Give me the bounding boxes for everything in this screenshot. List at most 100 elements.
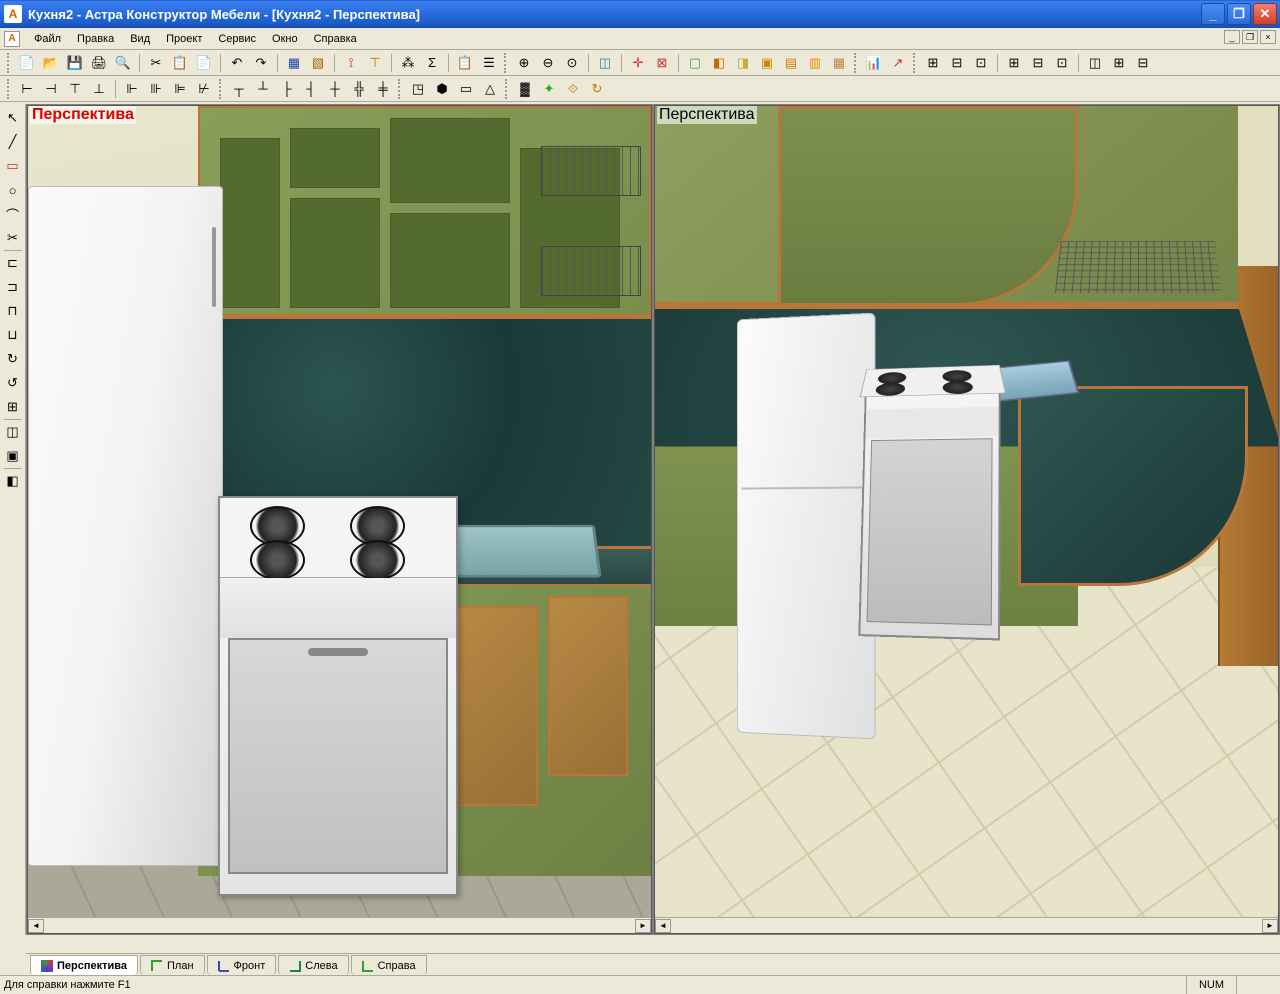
select-box-button[interactable]: ◫: [594, 52, 616, 74]
mdi-app-icon[interactable]: A: [4, 31, 20, 47]
align-1-button[interactable]: ⊢: [16, 78, 38, 100]
vtool-8-button[interactable]: ⊐: [2, 276, 24, 298]
vtool-10-button[interactable]: ⊔: [2, 324, 24, 346]
vtool-13-button[interactable]: ⊞: [2, 396, 24, 418]
horizontal-scrollbar[interactable]: ◄ ►: [655, 917, 1278, 933]
scroll-right-button[interactable]: ►: [635, 919, 651, 933]
layout-2-button[interactable]: ⊟: [946, 52, 968, 74]
copy-button[interactable]: 📋: [169, 52, 191, 74]
vtool-15-button[interactable]: ▣: [2, 445, 24, 467]
layout-1-button[interactable]: ⊞: [922, 52, 944, 74]
dist-2-button[interactable]: ⊪: [145, 78, 167, 100]
vtool-9-button[interactable]: ⊓: [2, 300, 24, 322]
prim-cyl-button[interactable]: ⬢: [431, 78, 453, 100]
box-yellow-button[interactable]: ◨: [732, 52, 754, 74]
prim-cone-button[interactable]: △: [479, 78, 501, 100]
cross-button[interactable]: ✛: [627, 52, 649, 74]
mode-button[interactable]: ↗: [887, 52, 909, 74]
scissor-tool-button[interactable]: ✂: [2, 227, 24, 249]
zoom-out-button[interactable]: ⊖: [537, 52, 559, 74]
toolbar-grip-icon[interactable]: [398, 79, 403, 99]
print-button[interactable]: 🖨: [88, 52, 110, 74]
view-tab-left[interactable]: Слева: [278, 955, 348, 975]
layout-5-button[interactable]: ⊟: [1027, 52, 1049, 74]
snap-2-button[interactable]: ┴: [252, 78, 274, 100]
snap-5-button[interactable]: ┼: [324, 78, 346, 100]
list-button[interactable]: ☰: [478, 52, 500, 74]
vtool-12-button[interactable]: ↺: [2, 372, 24, 394]
redo-button[interactable]: ↷: [250, 52, 272, 74]
render-4-button[interactable]: ↻: [586, 78, 608, 100]
box-orange-button[interactable]: ▤: [780, 52, 802, 74]
viewport-right[interactable]: Перспектива ◄ ►: [654, 105, 1279, 934]
pointer-tool-button[interactable]: ↖: [2, 107, 24, 129]
toolbar-grip-icon[interactable]: [219, 79, 224, 99]
layout-3-button[interactable]: ⊡: [970, 52, 992, 74]
menu-project[interactable]: Проект: [158, 30, 210, 48]
chart-button[interactable]: 📊: [863, 52, 885, 74]
view-tab-perspective[interactable]: Перспектива: [30, 955, 138, 975]
dist-3-button[interactable]: ⊫: [169, 78, 191, 100]
box-tan-button[interactable]: ▦: [828, 52, 850, 74]
vtool-7-button[interactable]: ⊏: [2, 252, 24, 274]
close-button[interactable]: ✕: [1253, 3, 1277, 25]
zoom-fit-button[interactable]: ⊙: [561, 52, 583, 74]
dist-4-button[interactable]: ⊬: [193, 78, 215, 100]
toolbar-grip-icon[interactable]: [7, 79, 12, 99]
render-3-button[interactable]: ⟐: [562, 78, 584, 100]
vtool-16-button[interactable]: ◧: [2, 470, 24, 492]
toolbar-grip-icon[interactable]: [504, 53, 509, 73]
menu-help[interactable]: Справка: [306, 30, 365, 48]
layer-button[interactable]: ▧: [307, 52, 329, 74]
scroll-left-button[interactable]: ◄: [655, 919, 671, 933]
vtool-11-button[interactable]: ↻: [2, 348, 24, 370]
box-orange2-button[interactable]: ▥: [804, 52, 826, 74]
toolbar-grip-icon[interactable]: [854, 53, 859, 73]
box-green-button[interactable]: ▢: [684, 52, 706, 74]
save-button[interactable]: 💾: [64, 52, 86, 74]
maximize-button[interactable]: ❐: [1227, 3, 1251, 25]
rect-tool-button[interactable]: ▭: [2, 155, 24, 177]
align-2-button[interactable]: ⊣: [40, 78, 62, 100]
grid-button[interactable]: ▦: [283, 52, 305, 74]
screw-tool-button[interactable]: ⟟: [340, 52, 362, 74]
cut-button[interactable]: ✂: [145, 52, 167, 74]
scroll-right-button[interactable]: ►: [1262, 919, 1278, 933]
circle-tool-button[interactable]: ○: [2, 179, 24, 201]
box-gold-button[interactable]: ▣: [756, 52, 778, 74]
new-button[interactable]: 📄: [16, 52, 38, 74]
viewport-left[interactable]: Перспектива ◄ ►: [27, 105, 652, 934]
fastener-tool-button[interactable]: ⊤: [364, 52, 386, 74]
line-tool-button[interactable]: ╱: [2, 131, 24, 153]
view-tab-front[interactable]: Фронт: [207, 955, 277, 975]
toolbar-grip-icon[interactable]: [505, 79, 510, 99]
hierarchy-button[interactable]: ⁂: [397, 52, 419, 74]
view-tab-right[interactable]: Справа: [351, 955, 427, 975]
snap-4-button[interactable]: ┤: [300, 78, 322, 100]
layout-4-button[interactable]: ⊞: [1003, 52, 1025, 74]
prim-box-button[interactable]: ◳: [407, 78, 429, 100]
menu-edit[interactable]: Правка: [69, 30, 122, 48]
menu-window[interactable]: Окно: [264, 30, 306, 48]
snap-1-button[interactable]: ┬: [228, 78, 250, 100]
minimize-button[interactable]: _: [1201, 3, 1225, 25]
dist-1-button[interactable]: ⊩: [121, 78, 143, 100]
mdi-minimize-button[interactable]: _: [1224, 30, 1240, 44]
align-4-button[interactable]: ⊥: [88, 78, 110, 100]
menu-file[interactable]: Файл: [26, 30, 69, 48]
preview-button[interactable]: 🔍: [112, 52, 134, 74]
horizontal-scrollbar[interactable]: ◄ ►: [28, 917, 651, 933]
scroll-left-button[interactable]: ◄: [28, 919, 44, 933]
view-tab-plan[interactable]: План: [140, 955, 205, 975]
menu-service[interactable]: Сервис: [210, 30, 264, 48]
layout-9-button[interactable]: ⊟: [1132, 52, 1154, 74]
vtool-14-button[interactable]: ◫: [2, 421, 24, 443]
snap-6-button[interactable]: ╬: [348, 78, 370, 100]
mdi-close-button[interactable]: ×: [1260, 30, 1276, 44]
zoom-in-button[interactable]: ⊕: [513, 52, 535, 74]
layout-8-button[interactable]: ⊞: [1108, 52, 1130, 74]
snap-7-button[interactable]: ╪: [372, 78, 394, 100]
undo-button[interactable]: ↶: [226, 52, 248, 74]
diagonal-button[interactable]: ⊠: [651, 52, 673, 74]
sum-button[interactable]: Σ: [421, 52, 443, 74]
